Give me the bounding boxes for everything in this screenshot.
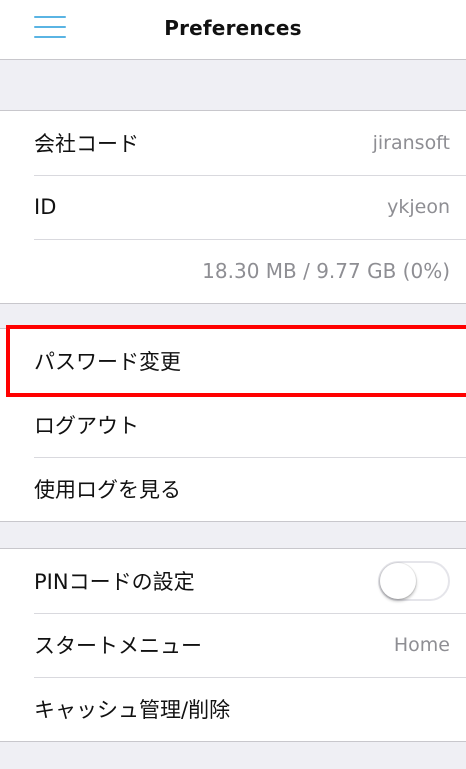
storage-row: 18.30 MB / 9.77 GB (0%) (0, 239, 466, 303)
change-password-row[interactable]: パスワード変更 (0, 329, 466, 393)
company-code-label: 会社コード (34, 132, 139, 156)
toggle-knob (380, 563, 416, 599)
cache-label: キャッシュ管理/削除 (34, 698, 231, 722)
logout-label: ログアウト (34, 414, 139, 438)
actions-group: パスワード変更 ログアウト 使用ログを見る (0, 328, 466, 522)
pin-code-label: PINコードの設定 (34, 570, 195, 594)
company-code-row: 会社コード jiransoft (0, 111, 466, 175)
usage-log-label: 使用ログを見る (34, 478, 181, 502)
pin-code-toggle[interactable] (378, 561, 450, 601)
usage-log-row[interactable]: 使用ログを見る (0, 457, 466, 521)
cache-row[interactable]: キャッシュ管理/削除 (0, 677, 466, 741)
page-title: Preferences (164, 16, 302, 40)
id-row: ID ykjeon (0, 175, 466, 239)
storage-usage: 18.30 MB / 9.77 GB (0%) (202, 259, 450, 283)
id-label: ID (34, 195, 57, 219)
pin-code-row: PINコードの設定 (0, 549, 466, 613)
start-menu-row[interactable]: スタートメニュー Home (0, 613, 466, 677)
change-password-label: パスワード変更 (34, 350, 181, 374)
navigation-bar: Preferences (0, 0, 466, 60)
account-group: 会社コード jiransoft ID ykjeon 18.30 MB / 9.7… (0, 110, 466, 304)
id-value: ykjeon (387, 196, 450, 218)
start-menu-label: スタートメニュー (34, 634, 202, 658)
pin-code-toggle-wrapper (378, 561, 450, 601)
company-code-value: jiransoft (372, 132, 450, 154)
logout-row[interactable]: ログアウト (0, 393, 466, 457)
start-menu-value: Home (393, 634, 450, 656)
settings-group: PINコードの設定 スタートメニュー Home キャッシュ管理/削除 (0, 548, 466, 742)
